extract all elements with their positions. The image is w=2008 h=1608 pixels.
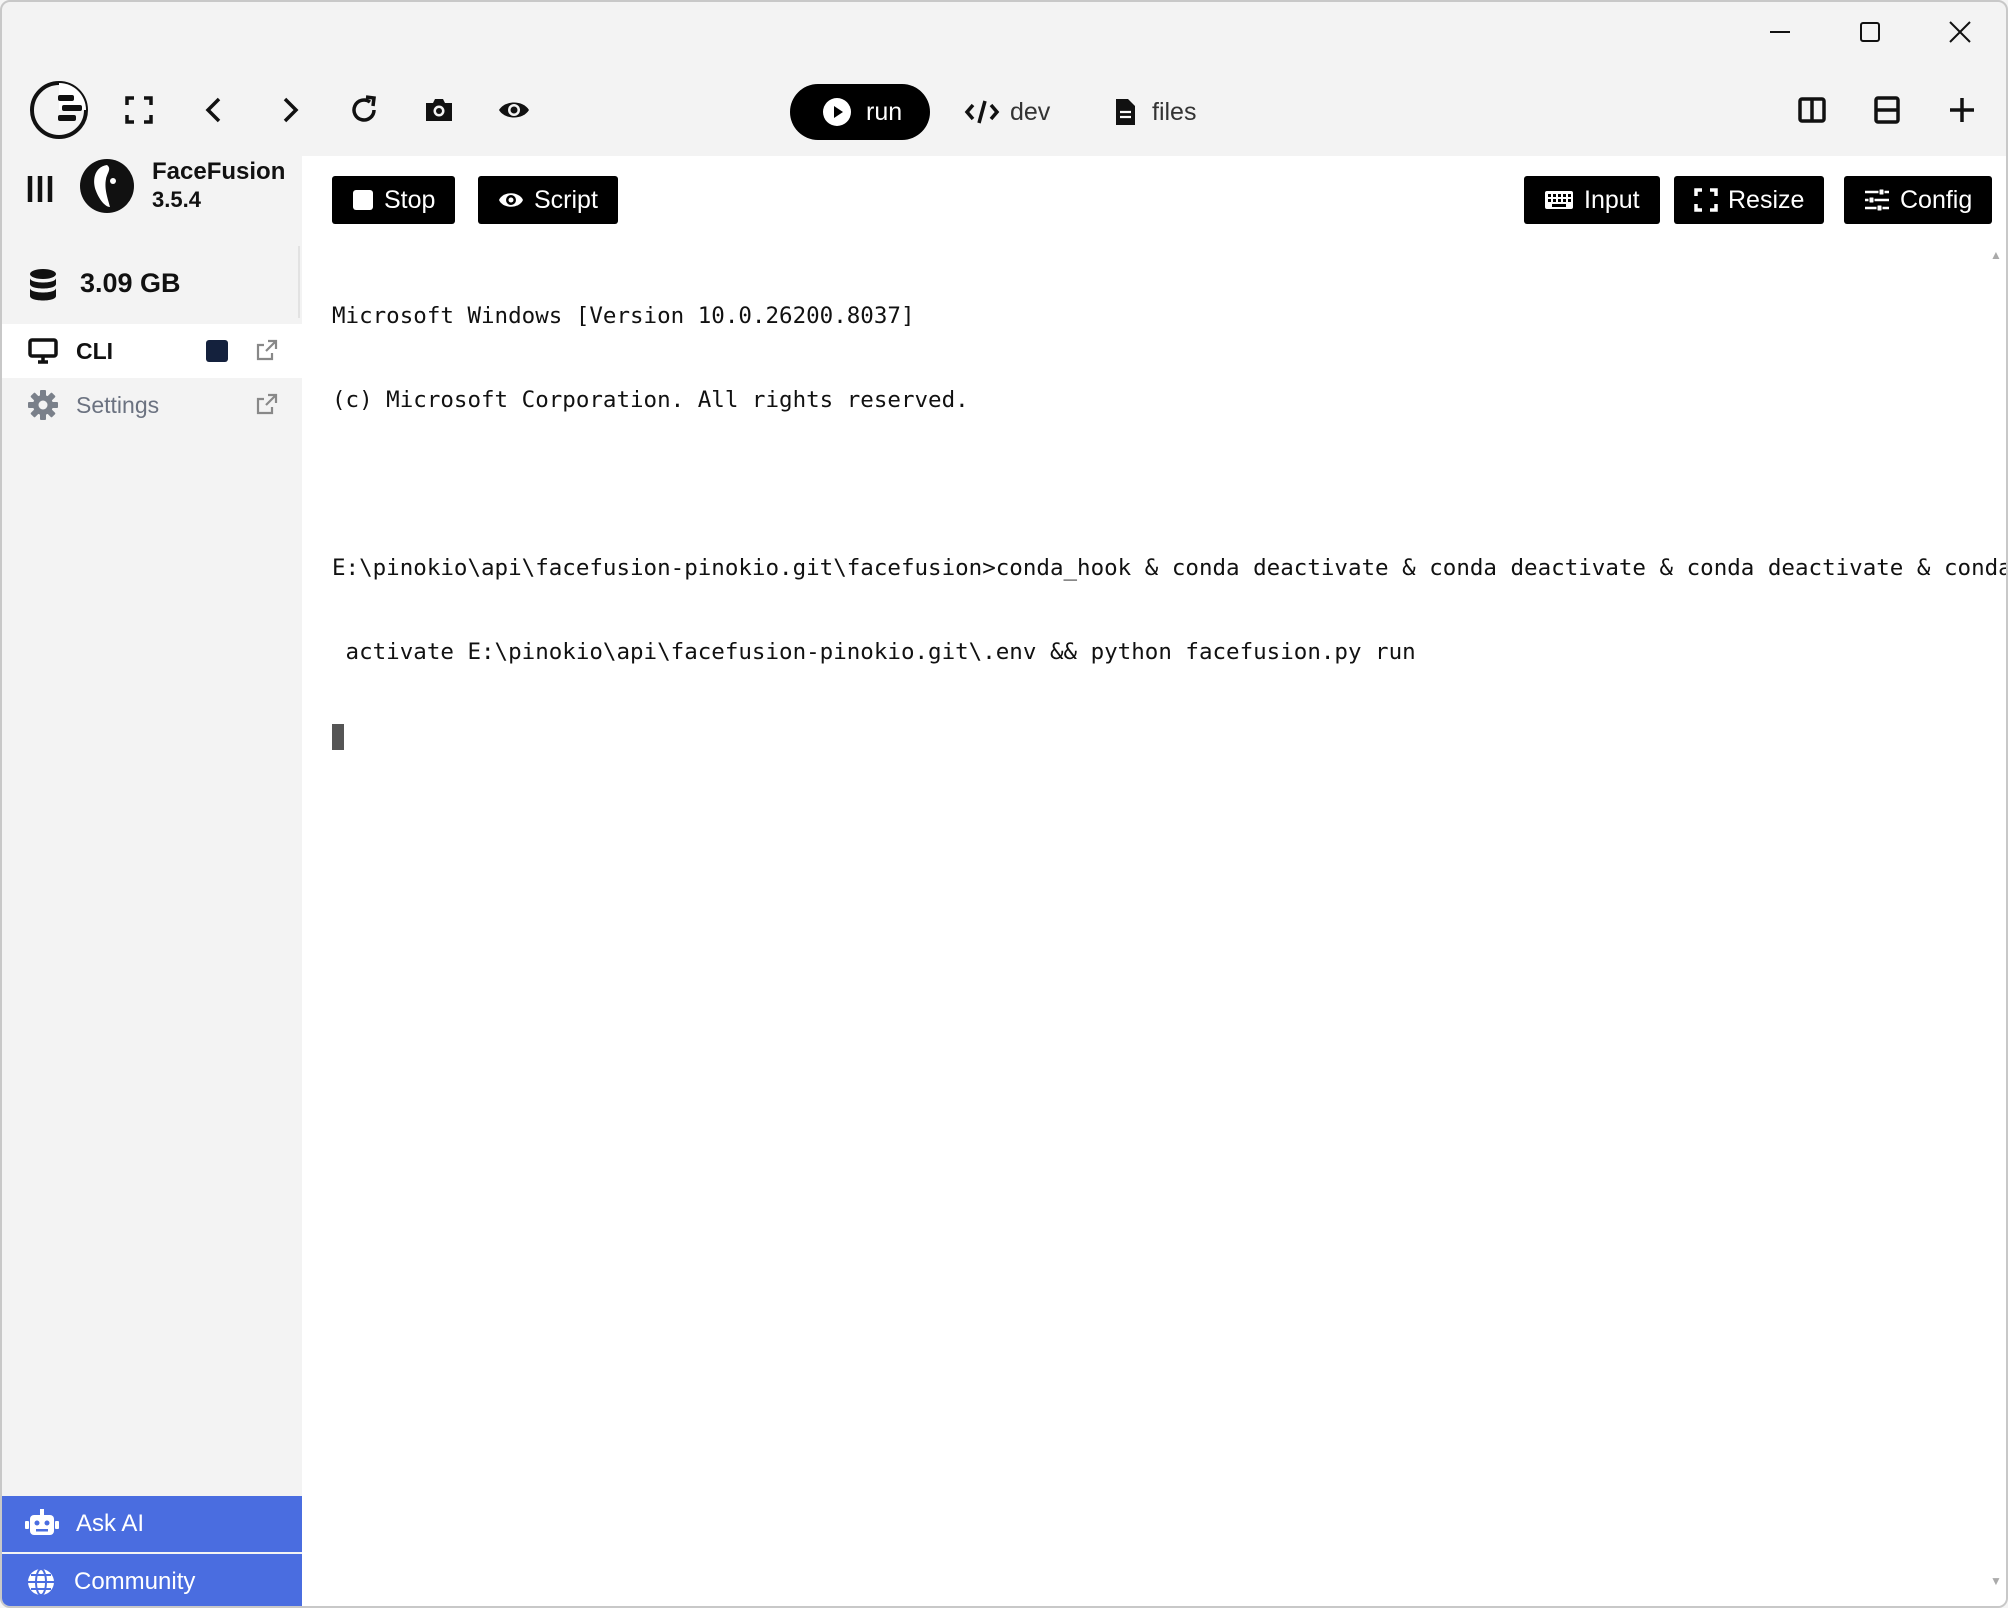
external-link-icon[interactable] xyxy=(256,393,278,415)
tab-files[interactable]: files xyxy=(1114,84,1196,140)
camera-icon[interactable] xyxy=(409,80,469,140)
file-icon xyxy=(1116,99,1135,125)
eye-icon xyxy=(498,189,524,211)
forward-icon[interactable] xyxy=(260,80,320,140)
stop-button[interactable]: Stop xyxy=(332,176,456,224)
add-icon[interactable] xyxy=(1932,80,1992,140)
minimize-icon xyxy=(1770,31,1790,33)
keyboard-icon xyxy=(1544,190,1574,210)
pinokio-logo-icon[interactable] xyxy=(24,75,94,145)
tab-dev-label: dev xyxy=(1010,97,1051,126)
sliders-icon xyxy=(1864,188,1890,212)
sidebar-item-label: CLI xyxy=(76,337,114,364)
community-button[interactable]: Community xyxy=(2,1554,302,1606)
scroll-down-arrow-icon[interactable]: ▼ xyxy=(1988,1574,2004,1590)
app-window: run dev files FaceFusion 3.5.4 3.09 GB C… xyxy=(0,0,2008,1608)
maximize-button[interactable] xyxy=(1832,2,1908,62)
terminal-panel: Stop Script Input Resize Config Microsof… xyxy=(302,156,2008,1606)
app-avatar xyxy=(80,159,134,213)
community-label: Community xyxy=(74,1568,196,1595)
database-icon xyxy=(28,268,58,309)
stop-icon xyxy=(352,189,374,211)
tab-run-label: run xyxy=(866,97,903,126)
globe-icon xyxy=(28,1568,54,1596)
resize-label: Resize xyxy=(1728,185,1805,214)
reload-icon[interactable] xyxy=(334,80,394,140)
tab-dev[interactable]: dev xyxy=(964,84,1050,140)
sidebar-item-cli[interactable]: CLI xyxy=(2,324,302,378)
tab-files-label: files xyxy=(1152,97,1197,126)
resize-button[interactable]: Resize xyxy=(1674,176,1825,224)
play-icon xyxy=(823,98,851,126)
sidebar: FaceFusion 3.5.4 3.09 GB CLI Settings As… xyxy=(2,156,302,1606)
input-label: Input xyxy=(1584,185,1640,214)
close-icon xyxy=(1949,21,1971,43)
scroll-up-arrow-icon[interactable]: ▲ xyxy=(1988,248,2004,264)
gear-icon xyxy=(28,390,58,420)
fullscreen-icon[interactable] xyxy=(109,80,169,140)
maximize-icon xyxy=(1860,22,1880,42)
app-version: 3.5.4 xyxy=(152,187,201,212)
terminal-line: E:\pinokio\api\facefusion-pinokio.git\fa… xyxy=(332,555,2008,581)
minimize-button[interactable] xyxy=(1742,2,1818,62)
script-label: Script xyxy=(534,185,598,214)
terminal-cursor xyxy=(332,723,344,750)
eye-icon[interactable] xyxy=(484,80,544,140)
sidebar-item-label: Settings xyxy=(76,391,160,418)
ask-ai-label: Ask AI xyxy=(76,1510,145,1537)
ask-ai-button[interactable]: Ask AI xyxy=(2,1496,302,1552)
robot-icon xyxy=(25,1509,59,1535)
close-button[interactable] xyxy=(1922,2,1998,62)
terminal-line: Microsoft Windows [Version 10.0.26200.80… xyxy=(332,303,915,329)
title-bar xyxy=(2,2,2006,62)
disk-usage: 3.09 GB xyxy=(2,246,300,318)
code-icon xyxy=(964,100,1000,124)
split-vertical-icon[interactable] xyxy=(1782,80,1842,140)
script-button[interactable]: Script xyxy=(478,176,618,224)
disk-usage-value: 3.09 GB xyxy=(80,268,181,298)
back-icon[interactable] xyxy=(184,80,244,140)
sidebar-toggle-icon[interactable] xyxy=(26,172,54,211)
monitor-icon xyxy=(28,338,58,364)
config-label: Config xyxy=(1900,185,1973,214)
sidebar-item-settings[interactable]: Settings xyxy=(2,378,302,432)
app-name: FaceFusion xyxy=(152,158,286,185)
app-header: FaceFusion 3.5.4 xyxy=(2,156,302,238)
stop-square-icon[interactable] xyxy=(206,340,228,362)
terminal-output[interactable]: Microsoft Windows [Version 10.0.26200.80… xyxy=(332,246,2008,806)
split-horizontal-icon[interactable] xyxy=(1857,80,1917,140)
tab-run[interactable]: run xyxy=(790,84,930,140)
expand-icon xyxy=(1694,188,1718,212)
input-button[interactable]: Input xyxy=(1524,176,1660,224)
terminal-line: (c) Microsoft Corporation. All rights re… xyxy=(332,387,969,413)
external-link-icon[interactable] xyxy=(256,339,278,361)
stop-label: Stop xyxy=(384,185,436,214)
config-button[interactable]: Config xyxy=(1844,176,1993,224)
terminal-line: activate E:\pinokio\api\facefusion-pinok… xyxy=(332,639,1416,665)
